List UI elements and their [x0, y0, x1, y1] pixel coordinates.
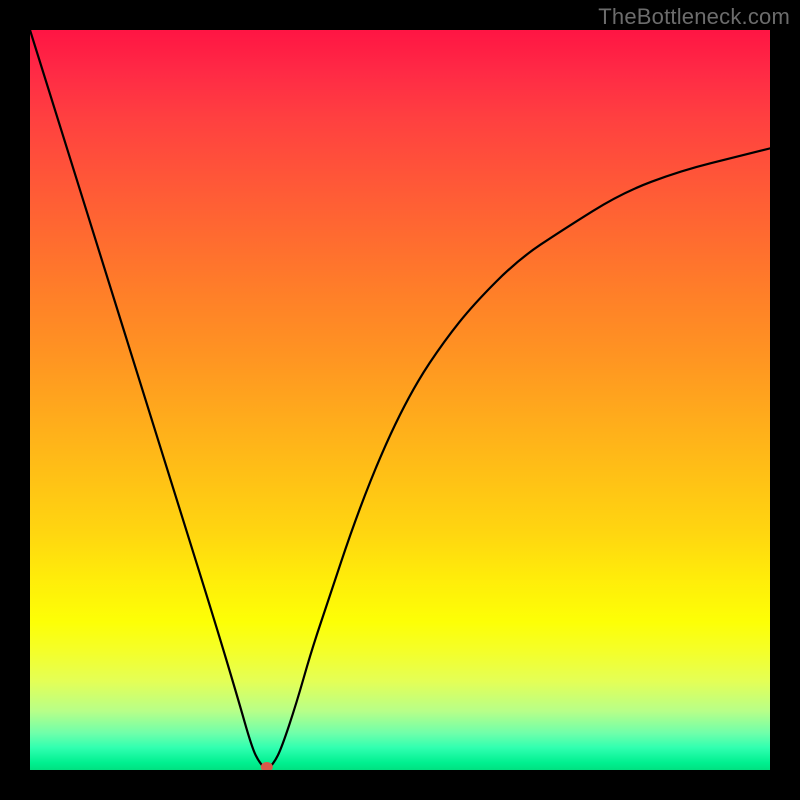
chart-frame: TheBottleneck.com — [0, 0, 800, 800]
plot-area — [30, 30, 770, 770]
bottleneck-curve — [30, 30, 770, 768]
optimal-point-marker — [261, 762, 273, 770]
attribution-text: TheBottleneck.com — [598, 4, 790, 30]
curve-svg — [30, 30, 770, 770]
